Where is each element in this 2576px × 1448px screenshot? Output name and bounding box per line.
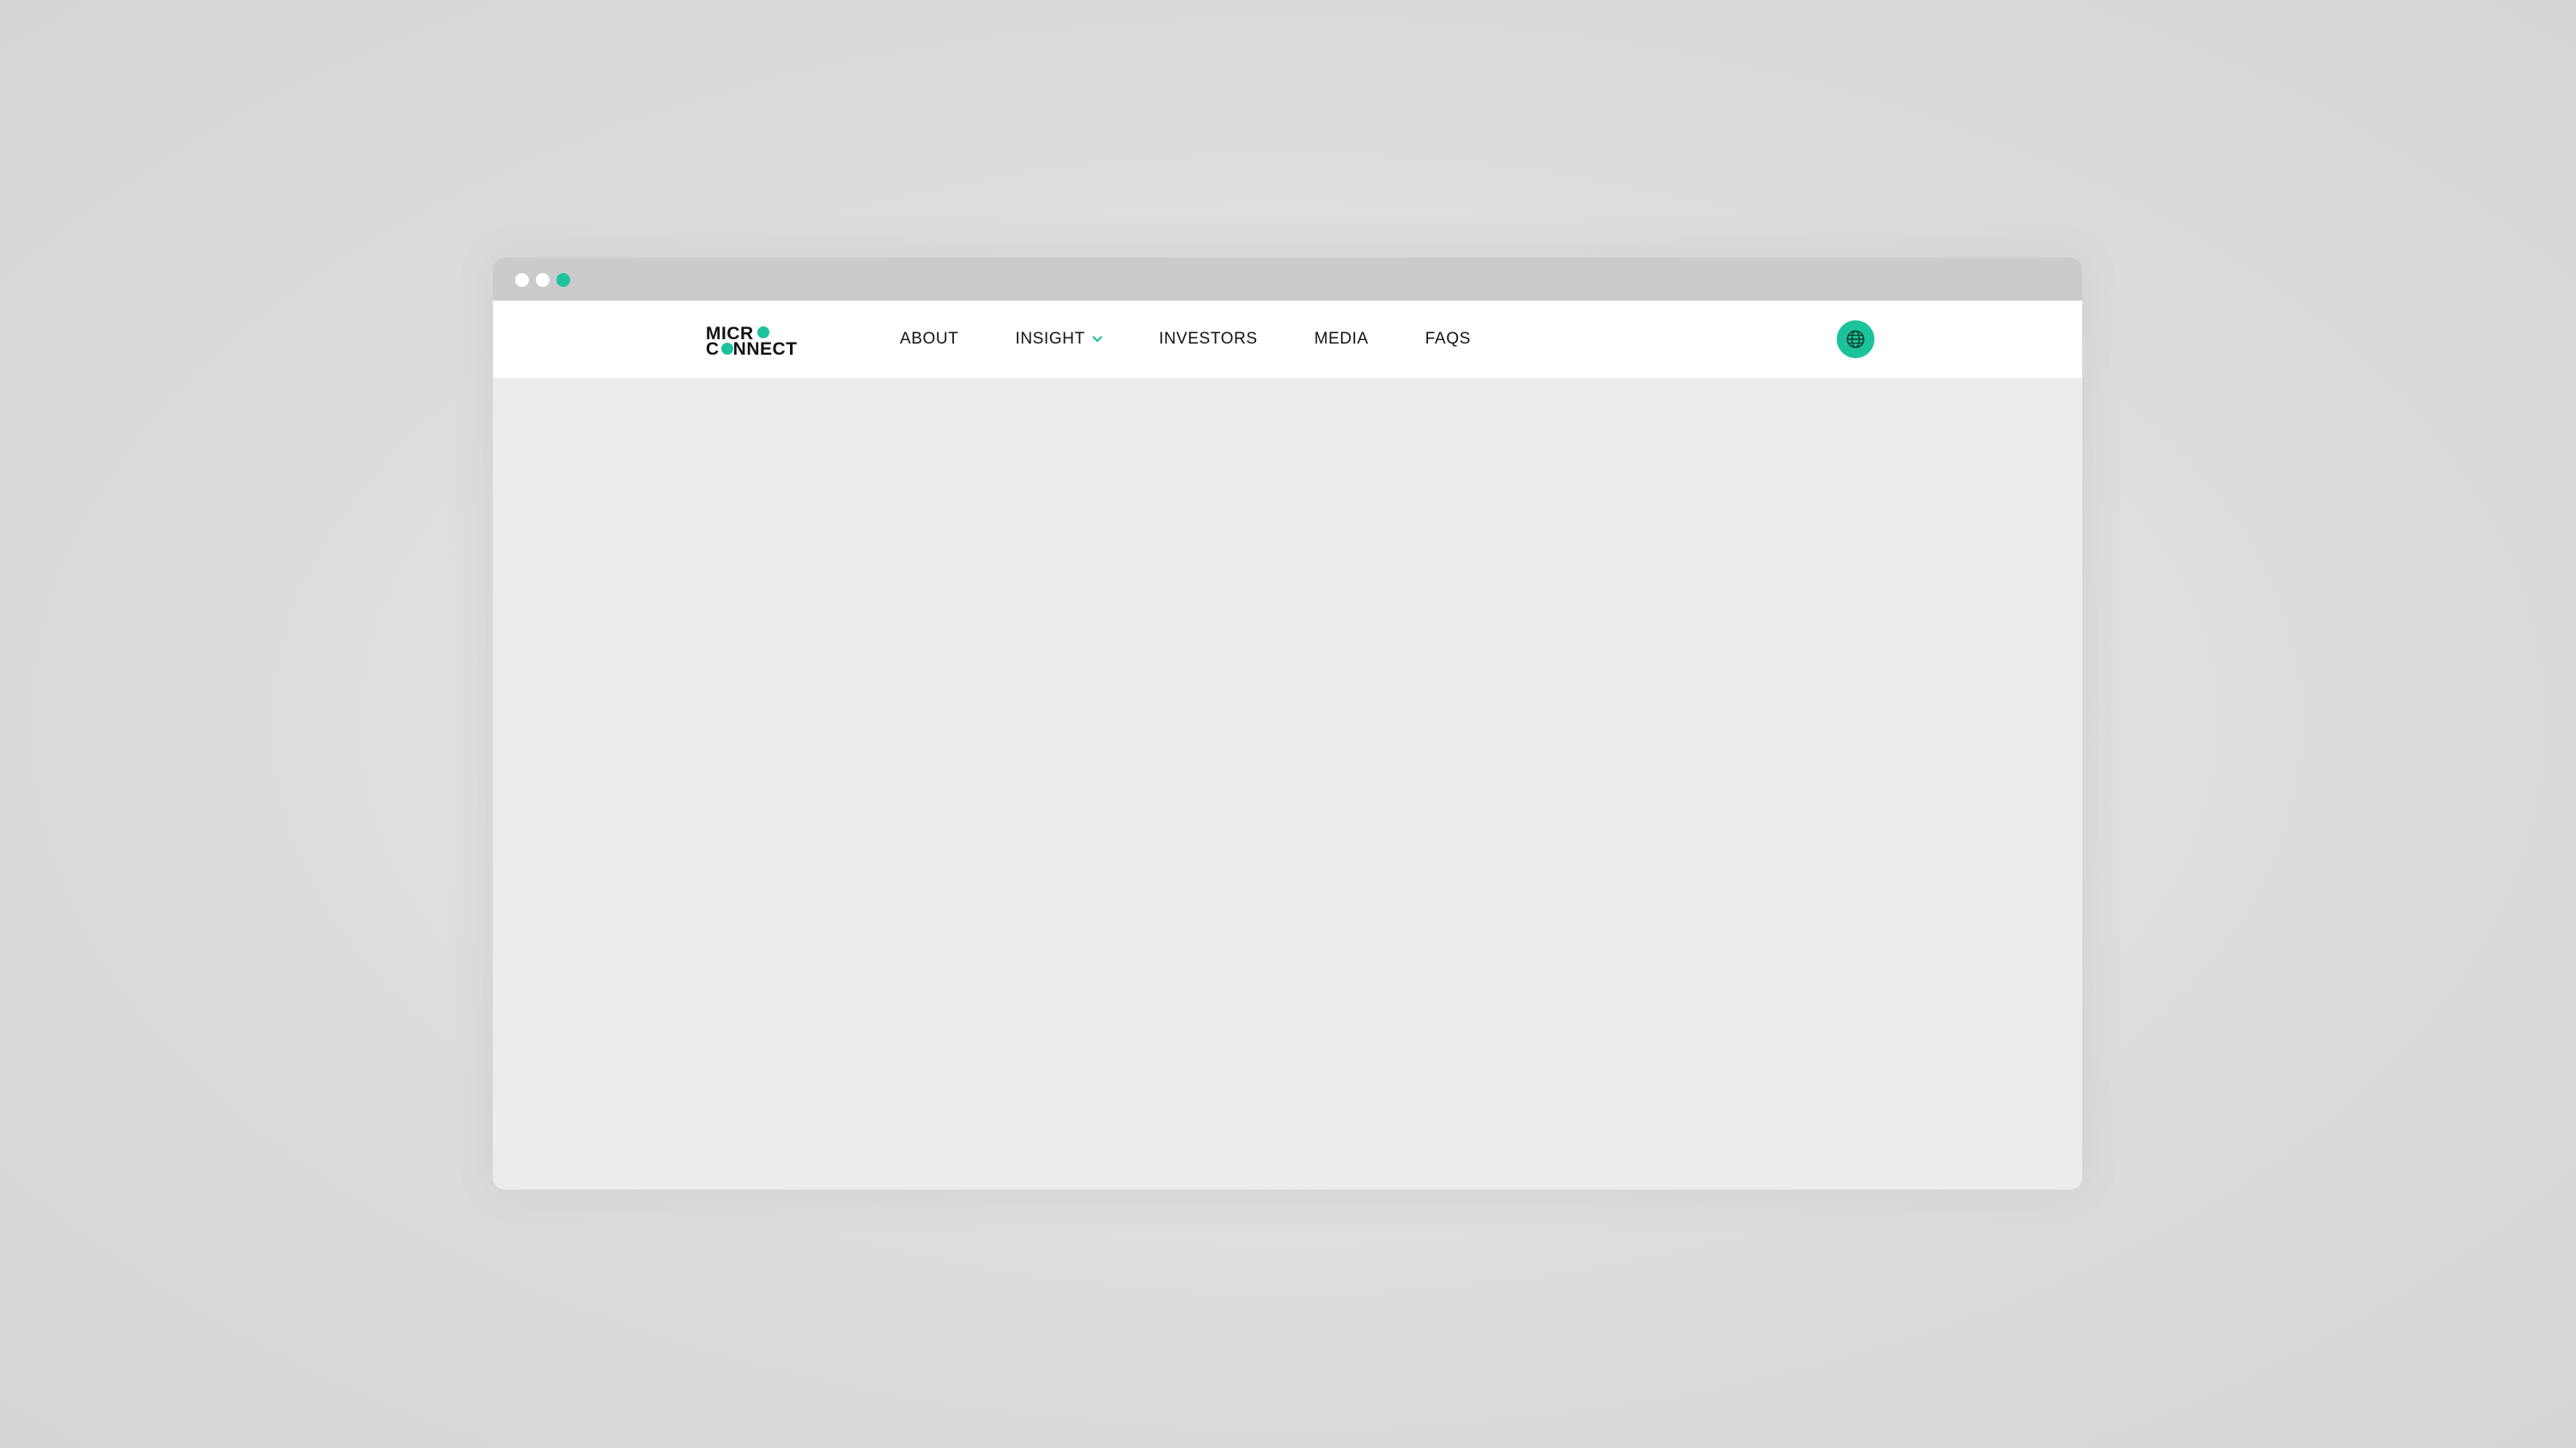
logo-text-line-2-end: NNECT (732, 339, 798, 359)
nav-item-media[interactable]: MEDIA (1315, 330, 1369, 349)
nav-item-insight[interactable]: INSIGHT (1015, 330, 1103, 349)
nav-item-label: ABOUT (900, 330, 959, 348)
logo-dot-bottom (721, 343, 733, 355)
nav-item-faqs[interactable]: FAQS (1425, 330, 1471, 349)
window-minimize-dot[interactable] (536, 273, 550, 287)
nav-item-about[interactable]: ABOUT (900, 330, 958, 349)
window-close-dot[interactable] (515, 273, 529, 287)
page-content-area (493, 378, 2082, 1189)
main-nav: ABOUT INSIGHT INVESTORS MEDIA FAQS (900, 301, 1528, 378)
nav-item-label: MEDIA (1314, 330, 1369, 348)
logo-dot-top (757, 326, 769, 338)
nav-item-label: INVESTORS (1158, 330, 1258, 348)
browser-title-bar (493, 258, 2082, 301)
logo-text-line-2: C NNECT (706, 340, 798, 358)
globe-icon (1846, 330, 1865, 349)
chevron-down-icon (1092, 336, 1103, 343)
window-maximize-dot[interactable] (556, 273, 570, 287)
logo-text-line-2-start: C (706, 339, 720, 359)
nav-item-label: INSIGHT (1015, 330, 1085, 348)
language-button[interactable] (1837, 320, 1874, 358)
site-header: MICR C NNECT ABOUT INSIGHT INVESTORS MEDI… (493, 301, 2082, 378)
browser-window: MICR C NNECT ABOUT INSIGHT INVESTORS MEDI… (493, 258, 2082, 1189)
nav-item-label: FAQS (1425, 330, 1471, 348)
nav-item-investors[interactable]: INVESTORS (1159, 330, 1258, 349)
microconnect-logo[interactable]: MICR C NNECT (706, 325, 809, 358)
